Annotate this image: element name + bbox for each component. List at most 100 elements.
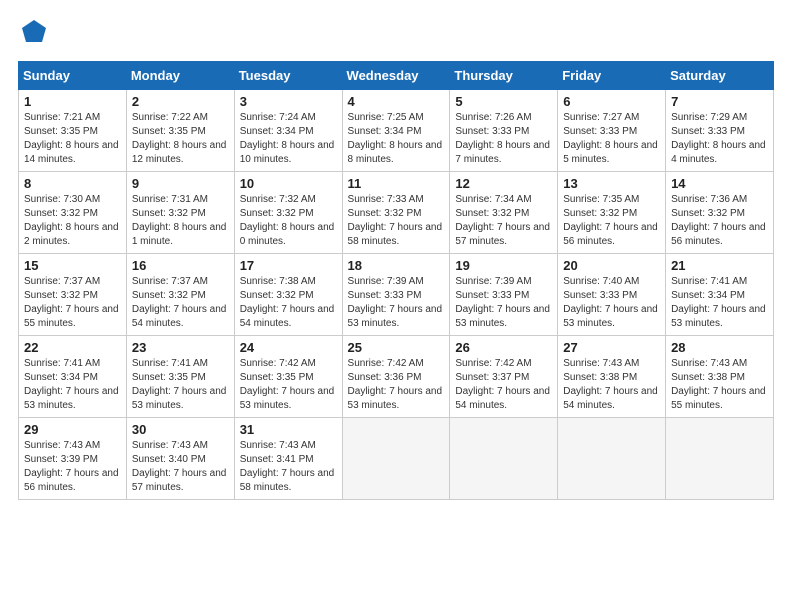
day-number: 9 [132, 176, 229, 191]
calendar-cell: 30 Sunrise: 7:43 AMSunset: 3:40 PMDayligh… [126, 418, 234, 500]
calendar-cell: 12Sunrise: 7:34 AMSunset: 3:32 PMDayligh… [450, 172, 558, 254]
calendar-week-4: 22Sunrise: 7:41 AMSunset: 3:34 PMDayligh… [19, 336, 774, 418]
cell-info: Sunrise: 7:40 AMSunset: 3:33 PMDaylight:… [563, 276, 658, 329]
logo [18, 18, 48, 51]
calendar-cell: 21Sunrise: 7:41 AMSunset: 3:34 PMDayligh… [666, 254, 774, 336]
col-header-monday: Monday [126, 62, 234, 90]
cell-info: Sunrise: 7:43 AMSunset: 3:40 PMDaylight:… [132, 440, 227, 493]
day-number: 21 [671, 258, 768, 273]
calendar-cell: 22Sunrise: 7:41 AMSunset: 3:34 PMDayligh… [19, 336, 127, 418]
day-number: 29 [24, 422, 121, 437]
logo-icon [20, 18, 48, 46]
calendar-cell: 29 Sunrise: 7:43 AMSunset: 3:39 PMDayligh… [19, 418, 127, 500]
calendar-cell: 28 Sunrise: 7:43 AMSunset: 3:38 PMDayligh… [666, 336, 774, 418]
day-number: 4 [348, 94, 445, 109]
cell-info: Sunrise: 7:42 AMSunset: 3:37 PMDaylight:… [455, 358, 550, 411]
cell-info: Sunrise: 7:43 AMSunset: 3:38 PMDaylight:… [563, 358, 658, 411]
day-number: 1 [24, 94, 121, 109]
col-header-thursday: Thursday [450, 62, 558, 90]
calendar-cell: 10Sunrise: 7:32 AMSunset: 3:32 PMDayligh… [234, 172, 342, 254]
day-number: 28 [671, 340, 768, 355]
calendar-cell [450, 418, 558, 500]
day-number: 7 [671, 94, 768, 109]
page-container: SundayMondayTuesdayWednesdayThursdayFrid… [0, 0, 792, 510]
day-number: 11 [348, 176, 445, 191]
calendar-cell: 17 Sunrise: 7:38 AMSunset: 3:32 PMDayligh… [234, 254, 342, 336]
calendar-cell: 19 Sunrise: 7:39 AMSunset: 3:33 PMDayligh… [450, 254, 558, 336]
day-number: 30 [132, 422, 229, 437]
col-header-saturday: Saturday [666, 62, 774, 90]
calendar-cell: 4 Sunrise: 7:25 AMSunset: 3:34 PMDaylight… [342, 90, 450, 172]
cell-info: Sunrise: 7:22 AMSunset: 3:35 PMDaylight:… [132, 112, 227, 165]
day-number: 16 [132, 258, 229, 273]
col-header-tuesday: Tuesday [234, 62, 342, 90]
calendar-cell: 26 Sunrise: 7:42 AMSunset: 3:37 PMDayligh… [450, 336, 558, 418]
cell-info: Sunrise: 7:42 AMSunset: 3:36 PMDaylight:… [348, 358, 443, 411]
calendar-week-1: 1 Sunrise: 7:21 AMSunset: 3:35 PMDaylight… [19, 90, 774, 172]
cell-info: Sunrise: 7:33 AMSunset: 3:32 PMDaylight:… [348, 194, 443, 247]
calendar-cell: 16 Sunrise: 7:37 AMSunset: 3:32 PMDayligh… [126, 254, 234, 336]
day-number: 5 [455, 94, 552, 109]
calendar-cell: 3 Sunrise: 7:24 AMSunset: 3:34 PMDaylight… [234, 90, 342, 172]
day-number: 17 [240, 258, 337, 273]
calendar-cell: 23 Sunrise: 7:41 AMSunset: 3:35 PMDayligh… [126, 336, 234, 418]
calendar-cell: 6Sunrise: 7:27 AMSunset: 3:33 PMDaylight… [558, 90, 666, 172]
cell-info: Sunrise: 7:43 AMSunset: 3:38 PMDaylight:… [671, 358, 766, 411]
cell-info: Sunrise: 7:26 AMSunset: 3:33 PMDaylight:… [455, 112, 550, 165]
cell-info: Sunrise: 7:42 AMSunset: 3:35 PMDaylight:… [240, 358, 335, 411]
calendar-cell [342, 418, 450, 500]
day-number: 2 [132, 94, 229, 109]
cell-info: Sunrise: 7:30 AMSunset: 3:32 PMDaylight:… [24, 194, 119, 247]
day-number: 13 [563, 176, 660, 191]
day-number: 27 [563, 340, 660, 355]
calendar-cell: 25 Sunrise: 7:42 AMSunset: 3:36 PMDayligh… [342, 336, 450, 418]
cell-info: Sunrise: 7:25 AMSunset: 3:34 PMDaylight:… [348, 112, 443, 165]
calendar-table: SundayMondayTuesdayWednesdayThursdayFrid… [18, 61, 774, 500]
calendar-week-2: 8 Sunrise: 7:30 AMSunset: 3:32 PMDaylight… [19, 172, 774, 254]
cell-info: Sunrise: 7:41 AMSunset: 3:35 PMDaylight:… [132, 358, 227, 411]
day-number: 25 [348, 340, 445, 355]
day-number: 15 [24, 258, 121, 273]
logo-line1 [18, 18, 48, 51]
calendar-cell: 5 Sunrise: 7:26 AMSunset: 3:33 PMDaylight… [450, 90, 558, 172]
day-number: 24 [240, 340, 337, 355]
calendar-cell: 31 Sunrise: 7:43 AMSunset: 3:41 PMDayligh… [234, 418, 342, 500]
day-number: 20 [563, 258, 660, 273]
calendar-cell: 2 Sunrise: 7:22 AMSunset: 3:35 PMDaylight… [126, 90, 234, 172]
calendar-cell: 1 Sunrise: 7:21 AMSunset: 3:35 PMDaylight… [19, 90, 127, 172]
day-number: 10 [240, 176, 337, 191]
cell-info: Sunrise: 7:37 AMSunset: 3:32 PMDaylight:… [132, 276, 227, 329]
day-number: 6 [563, 94, 660, 109]
cell-info: Sunrise: 7:29 AMSunset: 3:33 PMDaylight:… [671, 112, 766, 165]
cell-info: Sunrise: 7:37 AMSunset: 3:32 PMDaylight:… [24, 276, 119, 329]
cell-info: Sunrise: 7:24 AMSunset: 3:34 PMDaylight:… [240, 112, 335, 165]
day-number: 19 [455, 258, 552, 273]
calendar-cell: 11 Sunrise: 7:33 AMSunset: 3:32 PMDayligh… [342, 172, 450, 254]
cell-info: Sunrise: 7:21 AMSunset: 3:35 PMDaylight:… [24, 112, 119, 165]
calendar-cell: 13Sunrise: 7:35 AMSunset: 3:32 PMDayligh… [558, 172, 666, 254]
calendar-cell: 24 Sunrise: 7:42 AMSunset: 3:35 PMDayligh… [234, 336, 342, 418]
header-row: SundayMondayTuesdayWednesdayThursdayFrid… [19, 62, 774, 90]
day-number: 23 [132, 340, 229, 355]
calendar-cell: 8 Sunrise: 7:30 AMSunset: 3:32 PMDaylight… [19, 172, 127, 254]
col-header-wednesday: Wednesday [342, 62, 450, 90]
day-number: 3 [240, 94, 337, 109]
day-number: 26 [455, 340, 552, 355]
cell-info: Sunrise: 7:38 AMSunset: 3:32 PMDaylight:… [240, 276, 335, 329]
calendar-cell: 15 Sunrise: 7:37 AMSunset: 3:32 PMDayligh… [19, 254, 127, 336]
day-number: 31 [240, 422, 337, 437]
day-number: 18 [348, 258, 445, 273]
cell-info: Sunrise: 7:34 AMSunset: 3:32 PMDaylight:… [455, 194, 550, 247]
col-header-friday: Friday [558, 62, 666, 90]
header [18, 18, 774, 51]
day-number: 8 [24, 176, 121, 191]
cell-info: Sunrise: 7:43 AMSunset: 3:41 PMDaylight:… [240, 440, 335, 493]
calendar-cell [558, 418, 666, 500]
day-number: 22 [24, 340, 121, 355]
calendar-cell: 14Sunrise: 7:36 AMSunset: 3:32 PMDayligh… [666, 172, 774, 254]
calendar-week-3: 15 Sunrise: 7:37 AMSunset: 3:32 PMDayligh… [19, 254, 774, 336]
calendar-cell [666, 418, 774, 500]
logo-text [18, 18, 48, 51]
cell-info: Sunrise: 7:43 AMSunset: 3:39 PMDaylight:… [24, 440, 119, 493]
cell-info: Sunrise: 7:39 AMSunset: 3:33 PMDaylight:… [455, 276, 550, 329]
